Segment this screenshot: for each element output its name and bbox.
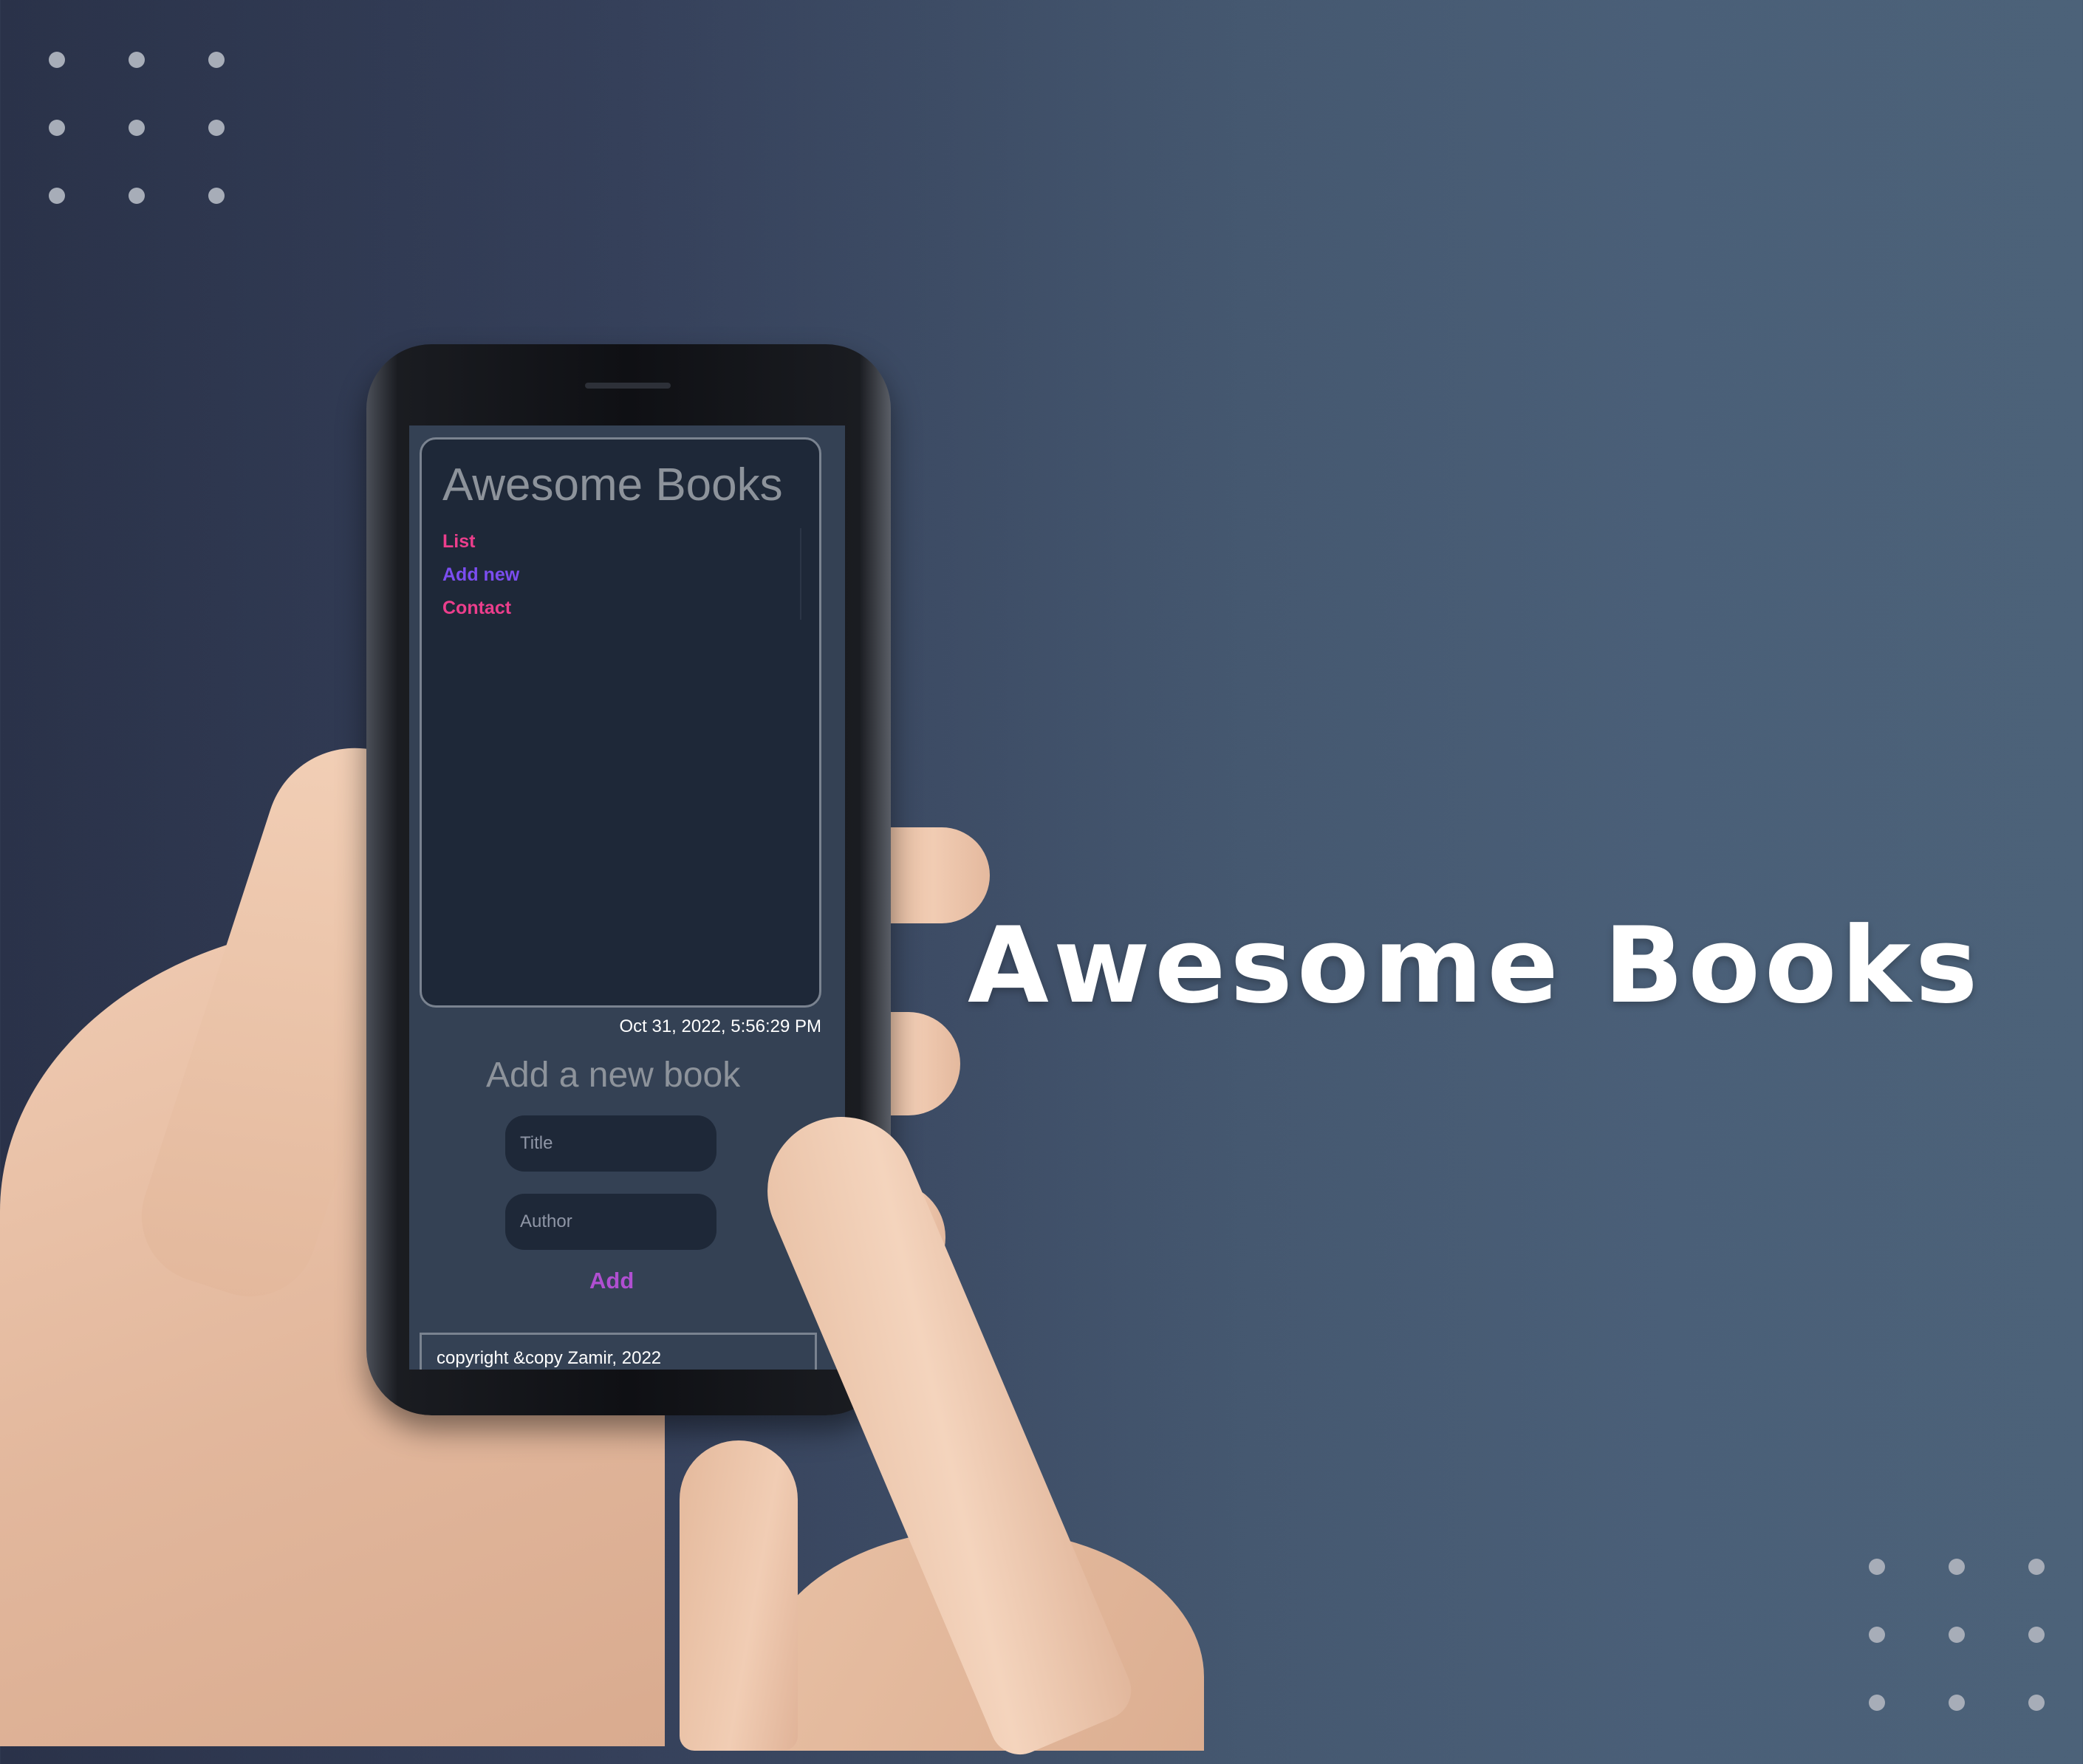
decorative-dot — [1949, 1559, 1965, 1575]
decorative-dot — [129, 52, 145, 68]
decorative-dot — [1949, 1695, 1965, 1711]
hero-title: Awesome Books — [968, 905, 1983, 1027]
right-finger-image — [680, 1440, 798, 1751]
decorative-dot — [1869, 1627, 1885, 1643]
decorative-dot — [1869, 1695, 1885, 1711]
decorative-dot — [1869, 1559, 1885, 1575]
decorative-dot — [1949, 1627, 1965, 1643]
decorative-dot — [49, 52, 65, 68]
title-input[interactable] — [505, 1115, 716, 1172]
nav-link-add-new[interactable]: Add new — [442, 564, 519, 586]
add-book-button[interactable]: Add — [589, 1268, 634, 1294]
decorative-dot — [208, 52, 225, 68]
nav-divider — [800, 528, 801, 620]
decorative-dot — [49, 188, 65, 204]
phone-speaker — [585, 383, 671, 389]
decorative-dots-bottom-right — [1869, 1559, 2061, 1743]
add-book-heading: Add a new book — [486, 1056, 741, 1095]
nav-link-contact[interactable]: Contact — [442, 598, 511, 619]
decorative-dot — [49, 120, 65, 136]
decorative-dots-top-left — [49, 0, 241, 214]
footer: copyright &copy Zamir, 2022 — [420, 1333, 817, 1370]
app-title: Awesome Books — [442, 459, 783, 510]
app-header-card: Awesome Books List Add new Contact — [420, 437, 821, 1008]
decorative-dot — [129, 188, 145, 204]
decorative-dot — [2028, 1695, 2045, 1711]
nav-link-list[interactable]: List — [442, 531, 475, 553]
decorative-dot — [208, 188, 225, 204]
date-time: Oct 31, 2022, 5:56:29 PM — [619, 1016, 821, 1036]
decorative-dot — [2028, 1559, 2045, 1575]
decorative-dot — [129, 120, 145, 136]
decorative-dot — [208, 120, 225, 136]
decorative-dot — [2028, 1627, 2045, 1643]
footer-copyright: copyright &copy Zamir, 2022 — [437, 1348, 662, 1368]
author-input[interactable] — [505, 1194, 716, 1250]
